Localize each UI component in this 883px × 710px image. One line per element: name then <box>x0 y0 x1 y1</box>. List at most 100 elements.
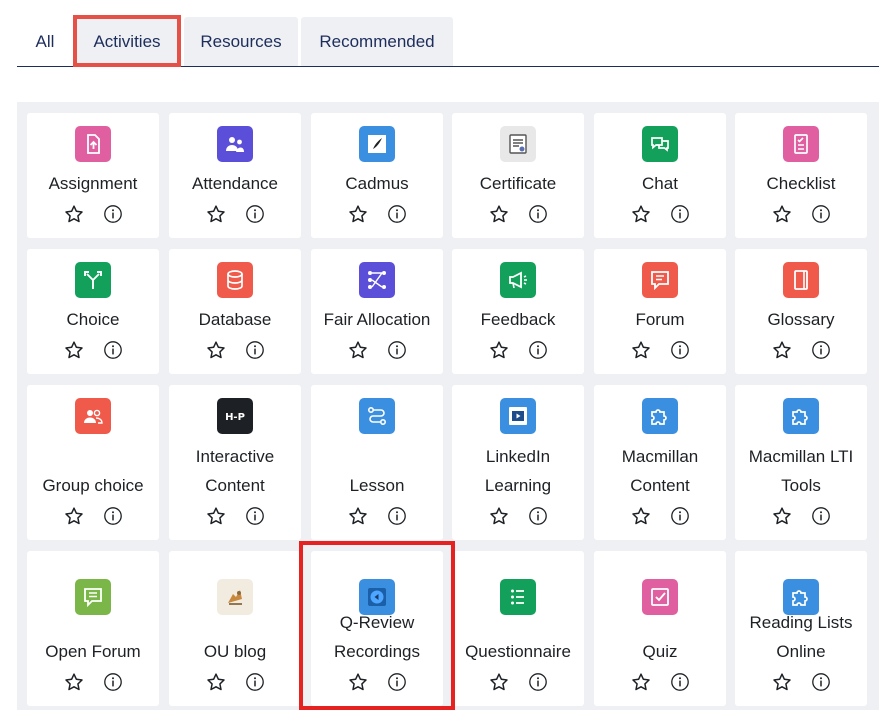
activity-card[interactable]: Macmillan LTI Tools <box>735 385 867 540</box>
info-icon[interactable] <box>670 506 690 526</box>
activity-card[interactable]: Attendance <box>169 113 301 238</box>
star-icon[interactable] <box>489 340 509 360</box>
activity-card[interactable]: Assignment <box>27 113 159 238</box>
tab-resources[interactable]: Resources <box>184 17 298 66</box>
info-icon[interactable] <box>528 506 548 526</box>
info-icon[interactable] <box>528 340 548 360</box>
activity-label: Assignment <box>48 174 138 193</box>
activity-card[interactable]: Feedback <box>452 249 584 374</box>
star-icon[interactable] <box>348 340 368 360</box>
star-icon[interactable] <box>206 506 226 526</box>
star-icon[interactable] <box>631 672 651 692</box>
star-icon[interactable] <box>348 204 368 224</box>
activity-label: Certificate <box>479 174 557 193</box>
activity-card[interactable]: Checklist <box>735 113 867 238</box>
star-icon[interactable] <box>631 204 651 224</box>
tab-recommended[interactable]: Recommended <box>301 17 453 66</box>
star-icon[interactable] <box>64 506 84 526</box>
activity-card[interactable]: Quiz <box>594 551 726 706</box>
activity-label: Learning <box>484 476 552 495</box>
info-icon[interactable] <box>245 204 265 224</box>
star-icon[interactable] <box>631 340 651 360</box>
star-icon[interactable] <box>489 204 509 224</box>
info-icon[interactable] <box>670 204 690 224</box>
glossary-icon <box>783 262 819 298</box>
activity-card[interactable]: Glossary <box>735 249 867 374</box>
star-icon[interactable] <box>64 204 84 224</box>
activity-label: Lesson <box>349 476 405 495</box>
activity-label: LinkedIn <box>485 447 551 466</box>
star-icon[interactable] <box>772 672 792 692</box>
activity-label: Checklist <box>766 174 836 193</box>
activity-label: Macmillan LTI <box>748 447 854 466</box>
info-icon[interactable] <box>387 506 407 526</box>
database-icon <box>217 262 253 298</box>
lti-puzzle-icon <box>783 398 819 434</box>
info-icon[interactable] <box>811 204 831 224</box>
h5p-icon: H-P <box>217 398 253 434</box>
info-icon[interactable] <box>811 340 831 360</box>
activity-card[interactable]: Lesson <box>311 385 443 540</box>
info-icon[interactable] <box>245 340 265 360</box>
info-icon[interactable] <box>387 340 407 360</box>
cadmus-logo-icon <box>359 126 395 162</box>
info-icon[interactable] <box>103 672 123 692</box>
star-icon[interactable] <box>489 672 509 692</box>
info-icon[interactable] <box>528 672 548 692</box>
info-icon[interactable] <box>103 506 123 526</box>
certificate-icon <box>500 126 536 162</box>
activities-tab-highlight <box>73 15 181 67</box>
activity-label: Tools <box>781 476 821 495</box>
activity-label: Group choice <box>42 476 144 495</box>
star-icon[interactable] <box>206 672 226 692</box>
star-icon[interactable] <box>489 506 509 526</box>
activity-card[interactable]: Chat <box>594 113 726 238</box>
activity-card[interactable]: OU blog <box>169 551 301 706</box>
activity-card[interactable]: Choice <box>27 249 159 374</box>
activity-card[interactable]: Database <box>169 249 301 374</box>
activity-card[interactable]: Group choice <box>27 385 159 540</box>
info-icon[interactable] <box>528 204 548 224</box>
chat-icon <box>642 126 678 162</box>
activity-label: Content <box>630 476 690 495</box>
activity-card[interactable]: Cadmus <box>311 113 443 238</box>
activity-card[interactable]: Certificate <box>452 113 584 238</box>
info-icon[interactable] <box>811 506 831 526</box>
info-icon[interactable] <box>811 672 831 692</box>
choice-icon <box>75 262 111 298</box>
info-icon[interactable] <box>245 672 265 692</box>
star-icon[interactable] <box>206 204 226 224</box>
lesson-icon <box>359 398 395 434</box>
forum-icon <box>642 262 678 298</box>
star-icon[interactable] <box>206 340 226 360</box>
q-review-highlight <box>299 541 455 710</box>
star-icon[interactable] <box>772 506 792 526</box>
info-icon[interactable] <box>245 506 265 526</box>
activity-card[interactable]: Questionnaire <box>452 551 584 706</box>
activity-card[interactable]: Fair Allocation <box>311 249 443 374</box>
info-icon[interactable] <box>103 340 123 360</box>
star-icon[interactable] <box>772 340 792 360</box>
activity-label: Feedback <box>480 310 556 329</box>
star-icon[interactable] <box>64 340 84 360</box>
tab-all[interactable]: All <box>17 17 73 66</box>
info-icon[interactable] <box>670 672 690 692</box>
activity-card[interactable]: Macmillan Content <box>594 385 726 540</box>
info-icon[interactable] <box>670 340 690 360</box>
info-icon[interactable] <box>387 204 407 224</box>
checklist-icon <box>783 126 819 162</box>
star-icon[interactable] <box>631 506 651 526</box>
star-icon[interactable] <box>64 672 84 692</box>
activity-label: Reading Lists <box>749 613 853 632</box>
star-icon[interactable] <box>772 204 792 224</box>
activity-card[interactable]: H-P Interactive Content <box>169 385 301 540</box>
quiz-icon <box>642 579 678 615</box>
activity-card[interactable]: LinkedIn Learning <box>452 385 584 540</box>
info-icon[interactable] <box>103 204 123 224</box>
activity-card[interactable]: Reading Lists Online <box>735 551 867 706</box>
activity-card[interactable]: Forum <box>594 249 726 374</box>
activity-card[interactable]: Open Forum <box>27 551 159 706</box>
star-icon[interactable] <box>348 506 368 526</box>
activity-label: Interactive <box>195 447 275 466</box>
assignment-icon <box>75 126 111 162</box>
